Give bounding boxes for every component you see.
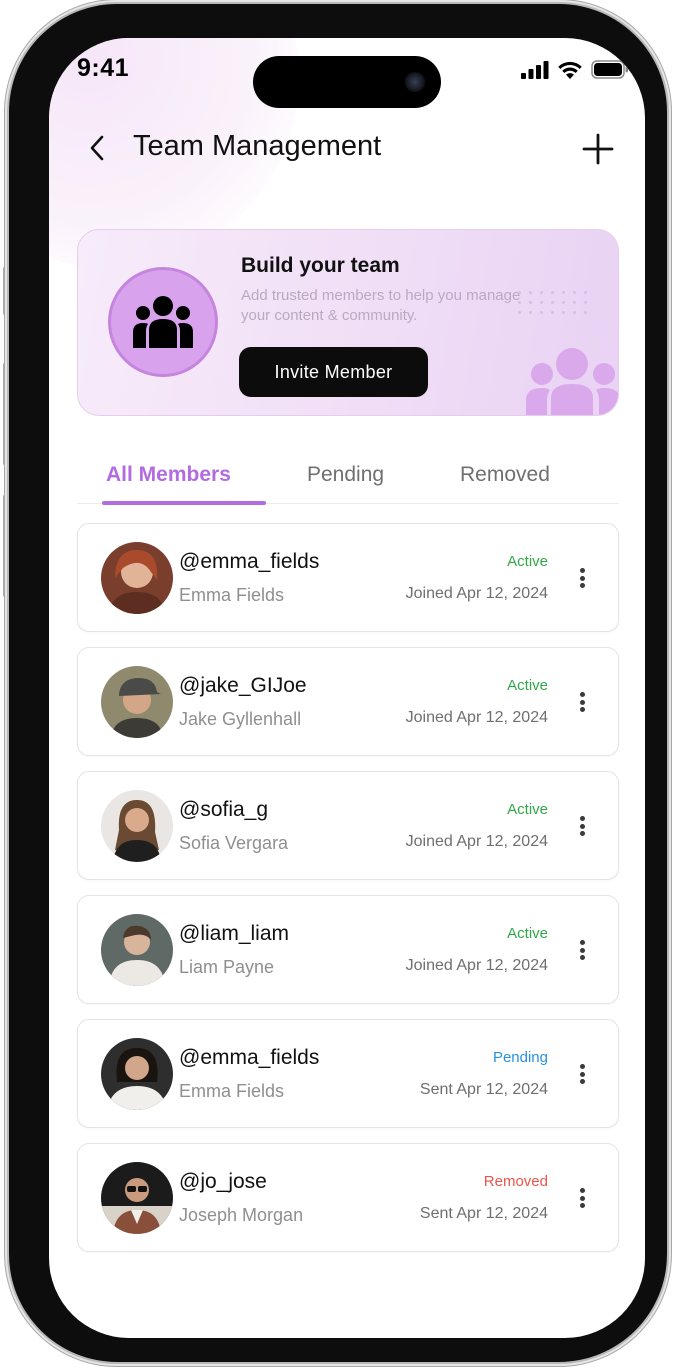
member-handle: @sofia_g bbox=[179, 798, 269, 821]
more-options-button[interactable] bbox=[572, 1060, 592, 1088]
more-vertical-icon bbox=[579, 1064, 585, 1069]
tab-all-members[interactable]: All Members bbox=[106, 463, 231, 487]
decorative-dots bbox=[518, 291, 588, 314]
invite-member-button[interactable]: Invite Member bbox=[239, 347, 428, 397]
avatar bbox=[101, 914, 173, 986]
tab-pending[interactable]: Pending bbox=[307, 463, 384, 487]
avatar bbox=[101, 1038, 173, 1110]
team-watermark-icon bbox=[526, 348, 618, 415]
more-vertical-icon bbox=[579, 568, 585, 573]
member-handle: @jo_jose bbox=[179, 1170, 267, 1193]
more-vertical-icon bbox=[579, 1188, 585, 1193]
member-card[interactable]: @emma_fields Emma Fields Pending Sent Ap… bbox=[77, 1019, 619, 1128]
member-name: Emma Fields bbox=[179, 1081, 285, 1101]
chevron-left-icon bbox=[90, 135, 104, 161]
avatar bbox=[101, 666, 173, 738]
avatar bbox=[101, 790, 173, 862]
member-card[interactable]: @liam_liam Liam Payne Active Joined Apr … bbox=[77, 895, 619, 1004]
plus-icon bbox=[582, 133, 614, 165]
member-handle: @emma_fields bbox=[179, 550, 320, 573]
member-name: Sofia Vergara bbox=[179, 833, 289, 853]
member-date: Joined Apr 12, 2024 bbox=[405, 585, 548, 602]
member-card[interactable]: @jo_jose Joseph Morgan Removed Sent Apr … bbox=[77, 1143, 619, 1252]
battery-icon bbox=[591, 60, 628, 79]
more-options-button[interactable] bbox=[572, 564, 592, 592]
more-vertical-icon bbox=[579, 692, 585, 697]
more-vertical-icon bbox=[579, 940, 585, 945]
member-handle: @jake_GIJoe bbox=[179, 674, 307, 697]
more-options-button[interactable] bbox=[572, 1184, 592, 1212]
member-card[interactable]: @sofia_g Sofia Vergara Active Joined Apr… bbox=[77, 771, 619, 880]
member-name: Liam Payne bbox=[179, 957, 275, 977]
avatar bbox=[101, 1162, 173, 1234]
back-button[interactable] bbox=[83, 130, 111, 166]
status-badge: Removed bbox=[483, 1173, 548, 1190]
status-badge: Active bbox=[507, 925, 548, 942]
avatar bbox=[101, 542, 173, 614]
tab-active-indicator bbox=[102, 501, 266, 505]
invite-banner: Build your team Add trusted members to h… bbox=[77, 229, 619, 416]
banner-subtitle: Add trusted members to help you manage y… bbox=[241, 287, 521, 324]
member-date: Sent Apr 12, 2024 bbox=[419, 1081, 548, 1098]
status-badge: Pending bbox=[492, 1049, 548, 1066]
member-date: Joined Apr 12, 2024 bbox=[405, 709, 548, 726]
wifi-icon bbox=[558, 61, 582, 79]
dynamic-island bbox=[253, 56, 441, 108]
status-icons bbox=[521, 60, 629, 79]
banner-title: Build your team bbox=[241, 254, 400, 277]
phone-frame: 9:41 Team Management Build your team Add… bbox=[9, 4, 667, 1362]
member-date: Joined Apr 12, 2024 bbox=[405, 957, 548, 974]
team-icon bbox=[133, 296, 193, 348]
more-vertical-icon bbox=[579, 816, 585, 821]
member-date: Sent Apr 12, 2024 bbox=[419, 1205, 548, 1222]
status-badge: Active bbox=[507, 801, 548, 818]
more-options-button[interactable] bbox=[572, 812, 592, 840]
member-card[interactable]: @jake_GIJoe Jake Gyllenhall Active Joine… bbox=[77, 647, 619, 756]
more-options-button[interactable] bbox=[572, 688, 592, 716]
status-time: 9:41 bbox=[77, 54, 130, 82]
member-card[interactable]: @emma_fields Emma Fields Active Joined A… bbox=[77, 523, 619, 632]
add-member-button[interactable] bbox=[581, 132, 615, 166]
team-avatar bbox=[108, 267, 218, 377]
member-tabs: All Members Pending Removed bbox=[77, 450, 619, 505]
status-badge: Active bbox=[507, 553, 548, 570]
tab-removed[interactable]: Removed bbox=[460, 463, 550, 487]
member-handle: @emma_fields bbox=[179, 1046, 320, 1069]
page-title: Team Management bbox=[133, 130, 382, 162]
signal-icon bbox=[521, 60, 549, 79]
screen: 9:41 Team Management Build your team Add… bbox=[49, 38, 645, 1338]
member-name: Jake Gyllenhall bbox=[179, 709, 302, 729]
more-options-button[interactable] bbox=[572, 936, 592, 964]
member-name: Joseph Morgan bbox=[179, 1205, 304, 1225]
member-handle: @liam_liam bbox=[179, 922, 290, 945]
status-badge: Active bbox=[507, 677, 548, 694]
camera-icon bbox=[405, 72, 425, 92]
member-name: Emma Fields bbox=[179, 585, 285, 605]
member-date: Joined Apr 12, 2024 bbox=[405, 833, 548, 850]
